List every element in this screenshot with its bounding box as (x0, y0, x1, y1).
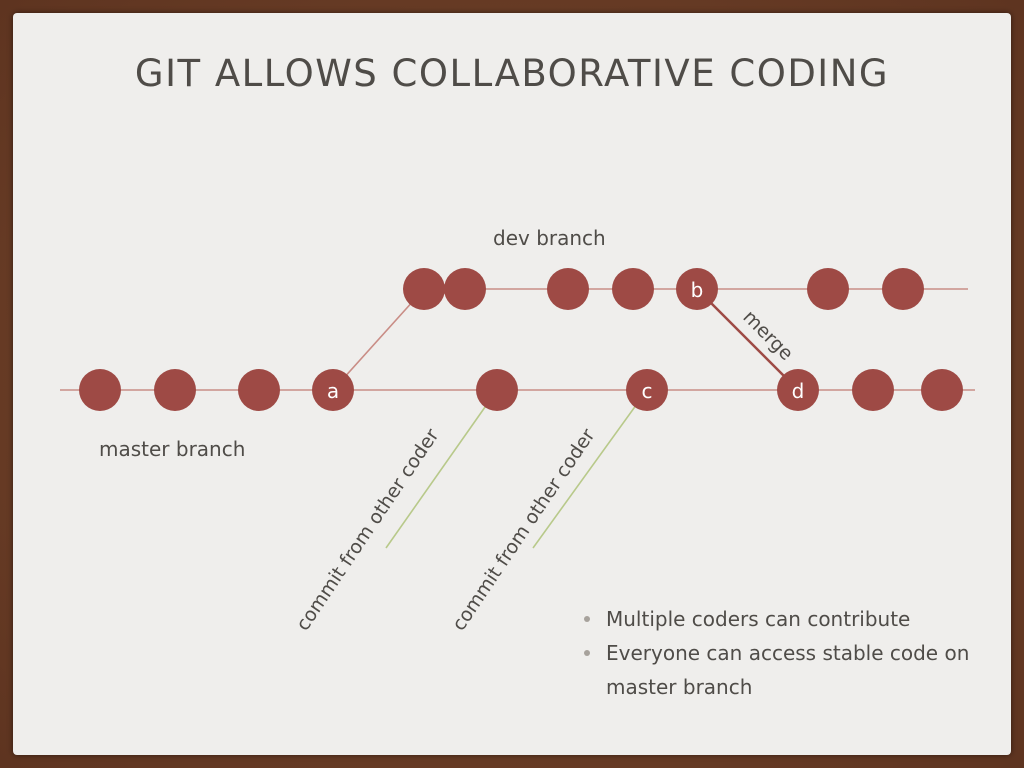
dev-commit-1 (403, 268, 445, 310)
master-commit-other-coder-1 (476, 369, 518, 411)
bullet-item: Multiple coders can contribute (580, 602, 990, 636)
dev-commit-4 (612, 268, 654, 310)
dev-commit-6 (807, 268, 849, 310)
commit-annotation-label-1: commit from other coder (292, 425, 444, 635)
master-commit-8 (852, 369, 894, 411)
master-branch-label: master branch (99, 437, 245, 461)
master-commit-3 (238, 369, 280, 411)
merge-label: merge (738, 306, 797, 365)
master-commit-9 (921, 369, 963, 411)
dev-branch-label: dev branch (493, 226, 606, 250)
commit-annotation-line-2 (532, 389, 648, 549)
commit-annotation-label-2: commit from other coder (448, 425, 600, 635)
bullet-list: Multiple coders can contribute Everyone … (580, 602, 990, 704)
node-label-b: b (691, 278, 704, 302)
node-label-c: c (642, 379, 653, 403)
dev-commit-2 (444, 268, 486, 310)
bullet-item: Everyone can access stable code on maste… (580, 636, 990, 704)
master-commit-2 (154, 369, 196, 411)
node-label-d: d (792, 379, 805, 403)
dev-commit-3 (547, 268, 589, 310)
dev-commit-7 (882, 268, 924, 310)
node-label-a: a (327, 379, 339, 403)
master-commit-1 (79, 369, 121, 411)
